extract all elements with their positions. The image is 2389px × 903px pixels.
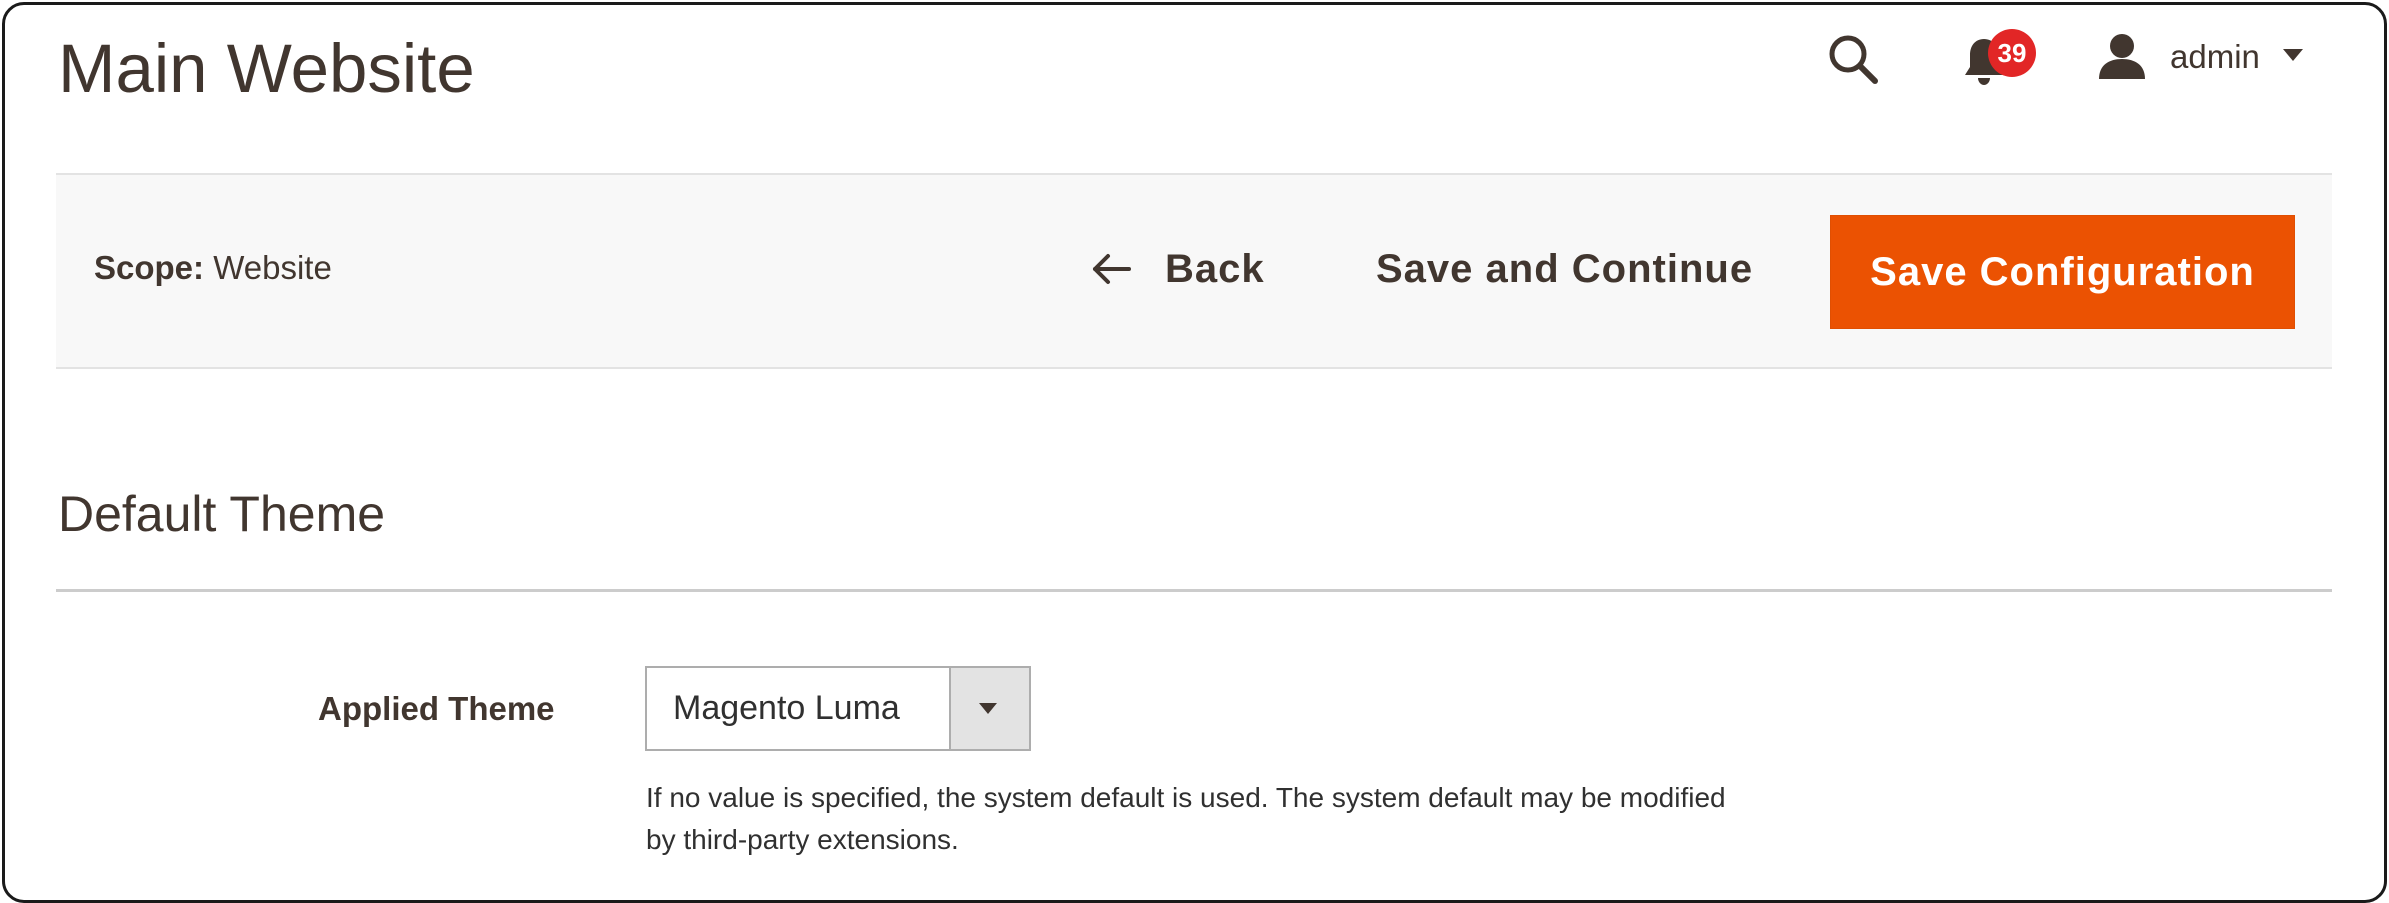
search-icon[interactable]: [1825, 31, 1881, 87]
chevron-down-icon: [2283, 49, 2303, 61]
select-toggle[interactable]: [949, 668, 1029, 749]
back-button-label: Back: [1165, 246, 1265, 291]
back-button[interactable]: Back: [1091, 233, 1265, 305]
applied-theme-selected-value: Magento Luma: [673, 689, 900, 727]
notification-count-badge: 39: [1988, 29, 2036, 77]
page-title: Main Website: [58, 30, 475, 107]
page-frame: Main Website 39 admin Scope: Website Bac…: [2, 2, 2387, 903]
scope-indicator: Scope: Website: [94, 247, 332, 289]
section-title[interactable]: Default Theme: [58, 483, 385, 545]
save-configuration-button[interactable]: Save Configuration: [1830, 215, 2295, 329]
applied-theme-note: If no value is specified, the system def…: [646, 782, 1726, 855]
user-name: admin: [2170, 38, 2260, 75]
applied-theme-select[interactable]: Magento Luma: [645, 666, 1031, 751]
scope-label: Scope:: [94, 249, 205, 286]
header-actions: 39 admin: [1825, 25, 2305, 85]
page-actions-toolbar: Scope: Website Back Save and Continue Sa…: [56, 173, 2332, 369]
user-icon: [2099, 34, 2145, 79]
caret-down-icon: [979, 703, 997, 714]
user-menu[interactable]: admin: [2097, 29, 2307, 85]
save-and-continue-button[interactable]: Save and Continue: [1376, 233, 1753, 305]
scope-value: Website: [213, 249, 332, 286]
applied-theme-label: Applied Theme: [318, 690, 555, 727]
notifications-button[interactable]: 39: [1962, 29, 2036, 89]
arrow-left-icon: [1093, 254, 1131, 284]
section-divider: [56, 589, 2332, 592]
